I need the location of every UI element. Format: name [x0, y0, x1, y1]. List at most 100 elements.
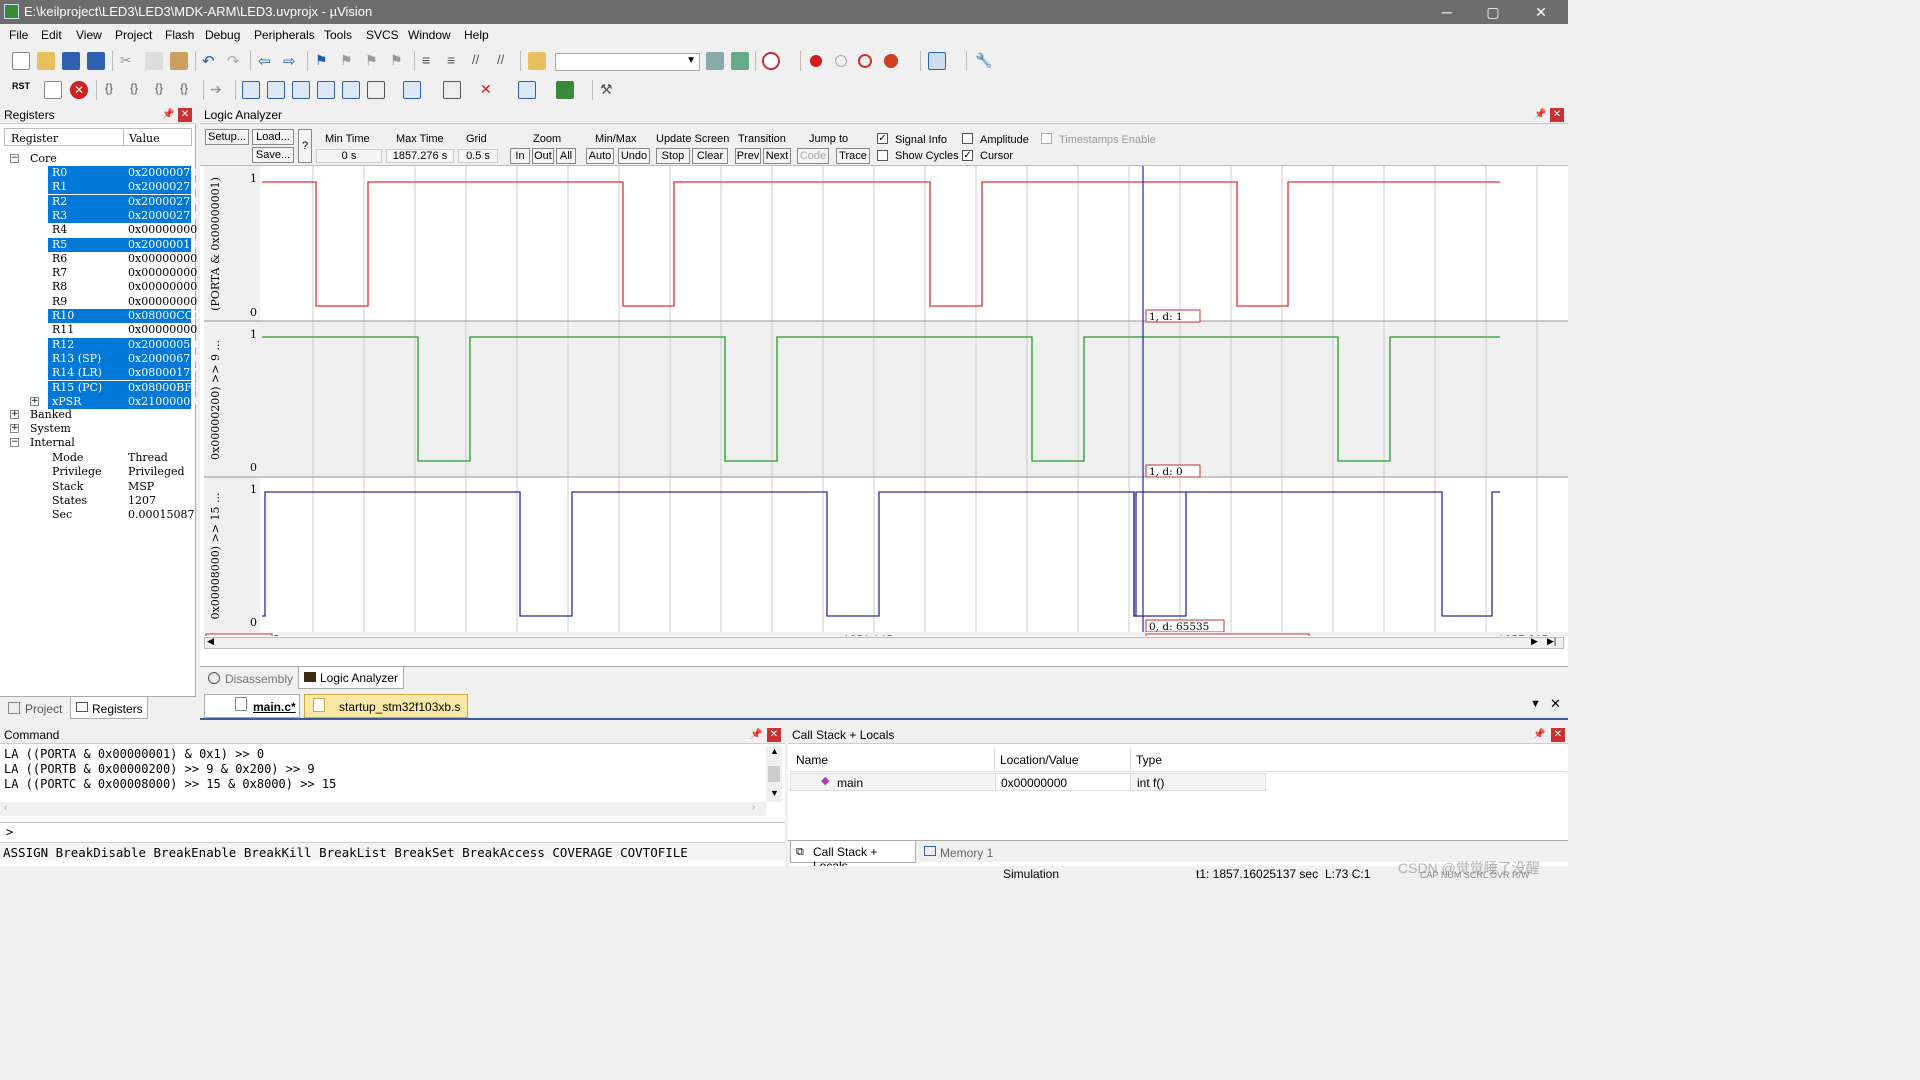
menu-project[interactable]: Project [115, 28, 152, 42]
tree-node-internal[interactable]: − Internal [0, 436, 196, 450]
callstack-row[interactable]: ◆ main 0x00000000 int f() [790, 773, 1266, 791]
call-stack-window-icon[interactable] [342, 81, 360, 99]
internal-row-states[interactable]: States 1207 [0, 494, 196, 508]
register-row-r10[interactable]: R10 0x08000CC0 [0, 309, 200, 323]
tab-callstack-locals[interactable]: ⧉Call Stack + Locals [790, 841, 916, 873]
register-value[interactable]: 0x00000000 [128, 266, 197, 279]
show-next-statement-icon[interactable]: ➔ [210, 81, 228, 99]
zoom-in-button[interactable]: In [510, 148, 530, 164]
menu-file[interactable]: File [9, 28, 28, 42]
internal-row-mode[interactable]: Mode Thread [0, 451, 196, 465]
indent-icon[interactable]: ≡ [422, 52, 440, 70]
save-button[interactable]: Save... [252, 147, 294, 163]
expand-icon[interactable]: + [10, 424, 19, 433]
collapse-icon[interactable]: − [10, 438, 19, 447]
tab-memory-1[interactable]: Memory 1 [920, 843, 996, 865]
bookmark-prev-icon[interactable]: ⚑ [340, 52, 358, 70]
tab-startup-file[interactable]: startup_stm32f103xb.s [304, 694, 468, 718]
internal-row-sec[interactable]: Sec 0.00015087 [0, 508, 196, 522]
close-window-button[interactable]: ✕ [1526, 2, 1556, 22]
reset-icon[interactable]: RST [12, 81, 30, 99]
step-into-icon[interactable]: {} [105, 81, 123, 99]
cut-icon[interactable]: ✂ [120, 52, 138, 70]
menu-window[interactable]: Window [408, 28, 451, 42]
menu-peripherals[interactable]: Peripherals [254, 28, 315, 42]
column-type[interactable]: Type [1136, 753, 1162, 767]
register-value[interactable]: 0x08000177 [128, 366, 197, 379]
expand-icon[interactable]: + [30, 396, 39, 406]
uncomment-icon[interactable]: // [497, 52, 515, 70]
jump-code-button[interactable]: Code [797, 148, 829, 164]
cursor-checkbox[interactable]: ✓ [962, 150, 973, 161]
paste-icon[interactable] [170, 52, 188, 70]
menu-edit[interactable]: Edit [41, 28, 62, 42]
timestamps-checkbox[interactable] [1041, 133, 1052, 144]
internal-row-stack[interactable]: Stack MSP [0, 480, 196, 494]
tree-node-core[interactable]: − Core [0, 152, 196, 166]
find-in-files-icon[interactable] [528, 52, 546, 70]
internal-row-privilege[interactable]: Privilege Privileged [0, 465, 196, 479]
register-row-r11[interactable]: R11 0x00000000 [0, 323, 197, 337]
register-value[interactable]: 0x00000000 [128, 295, 197, 308]
waveform-display[interactable]: (PORTA & 0x00000001) 1 0 0x00000200) >> 9 .… [200, 166, 1568, 636]
configure-icon[interactable]: 🔧 [975, 52, 993, 70]
menu-tools[interactable]: Tools [324, 28, 352, 42]
minimize-button[interactable]: ─ [1432, 2, 1462, 22]
close-tab-icon[interactable]: ✕ [1550, 696, 1561, 712]
command-vertical-scrollbar[interactable]: ▲ ▼ [766, 746, 782, 802]
start-debug-icon[interactable] [762, 52, 780, 70]
redo-icon[interactable]: ↷ [227, 52, 245, 70]
bookmark-clear-icon[interactable]: ⚑ [390, 52, 408, 70]
close-panel-button[interactable]: ✕ [1551, 728, 1565, 742]
copy-icon[interactable] [145, 52, 163, 70]
tree-node-system[interactable]: + System [0, 422, 196, 436]
register-value[interactable]: 0x20000010 [128, 238, 197, 251]
expand-icon[interactable]: + [10, 410, 19, 419]
tab-logic-analyzer[interactable]: Logic Analyzer [298, 667, 404, 689]
command-horizontal-scrollbar[interactable]: ‹ › [0, 802, 766, 816]
register-value[interactable]: 0x20000670 [128, 352, 197, 365]
tree-node-banked[interactable]: + Banked [0, 408, 196, 422]
column-value[interactable]: Value [129, 132, 160, 145]
column-name[interactable]: Name [796, 753, 828, 767]
menu-view[interactable]: View [76, 28, 102, 42]
tab-project[interactable]: Project [4, 699, 66, 721]
signal-info-checkbox[interactable]: ✓ [877, 133, 888, 144]
scroll-end-icon[interactable]: ▶| [1547, 636, 1556, 647]
debug-session-settings-icon[interactable] [731, 52, 749, 70]
navigate-forward-icon[interactable]: ⇨ [283, 52, 301, 70]
register-value[interactable]: 0x00000000 [128, 280, 197, 293]
collapse-icon[interactable]: − [10, 154, 19, 163]
register-row-r3[interactable]: R3 0x20000270 [0, 208, 197, 223]
zoom-out-button[interactable]: Out [532, 148, 554, 164]
help-button[interactable]: ? [298, 129, 312, 163]
undo-button[interactable]: Undo [618, 148, 650, 164]
register-value[interactable]: 0x00000000 [128, 323, 197, 336]
new-file-icon[interactable] [12, 52, 30, 70]
register-row-r0[interactable]: R0 0x20000070 [0, 166, 197, 180]
pin-icon[interactable]: 📌 [162, 109, 174, 120]
stop-button[interactable]: Stop [656, 148, 690, 164]
run-icon[interactable] [44, 81, 62, 99]
bookmark-icon[interactable]: ⚑ [315, 52, 333, 70]
menu-debug[interactable]: Debug [205, 28, 240, 42]
incremental-find-icon[interactable] [706, 52, 724, 70]
register-row-xpsr[interactable]: + xPSR 0x21000000 [0, 394, 197, 409]
tab-main-c[interactable]: main.c* [204, 694, 300, 718]
register-value[interactable]: 0x08000CC0 [128, 309, 200, 322]
register-value[interactable]: 0x20000270 [128, 195, 197, 208]
menu-help[interactable]: Help [464, 28, 489, 42]
close-panel-button[interactable]: ✕ [1550, 108, 1564, 122]
register-row-r15-pc[interactable]: R15 (PC) 0x08000BF8 [0, 380, 199, 395]
next-button[interactable]: Next [763, 148, 791, 164]
column-location[interactable]: Location/Value [1000, 753, 1079, 767]
undo-icon[interactable]: ↶ [202, 52, 220, 70]
jump-trace-button[interactable]: Trace [836, 148, 870, 164]
register-row-r8[interactable]: R8 0x00000000 [0, 280, 197, 294]
save-icon[interactable] [62, 52, 80, 70]
navigate-back-icon[interactable]: ⇦ [258, 52, 276, 70]
register-row-r13-sp[interactable]: R13 (SP) 0x20000670 [0, 351, 197, 366]
amplitude-checkbox[interactable] [962, 133, 973, 144]
kill-breakpoints-icon[interactable] [884, 54, 898, 68]
command-input[interactable]: > [0, 822, 785, 840]
